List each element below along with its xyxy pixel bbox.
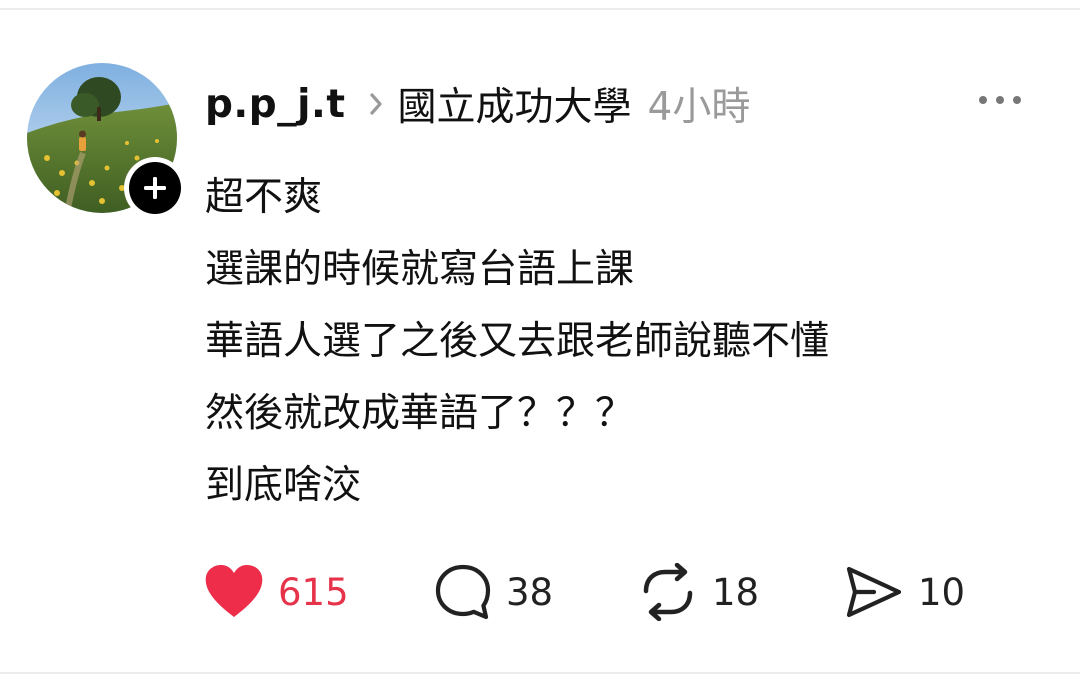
like-button[interactable]: 615 [204,560,349,624]
like-count: 615 [278,570,349,614]
repost-button[interactable]: 18 [638,560,759,624]
action-bar: 615 38 18 10 [0,560,1080,624]
repost-arrows-icon [643,563,693,621]
post-text-line: 選課的時候就寫台語上課 [205,247,635,292]
post-timestamp: 4小時 [647,85,751,130]
follow-badge-circle [129,162,181,214]
comment-button[interactable]: 38 [434,560,553,624]
repost-count: 18 [712,570,760,614]
top-divider [0,8,1080,10]
more-options-button[interactable] [970,82,1030,118]
chevron-right-icon [369,92,383,116]
post-header: p.p_j.t 國立成功大學 4小時 [205,74,750,134]
speech-bubble-icon [435,564,491,620]
author-username[interactable]: p.p_j.t [205,82,345,127]
comment-count: 38 [506,570,554,614]
post-text: 超不爽 選課的時候就寫台語上課 華語人選了之後又去跟老師說聽不懂 然後就改成華語… [205,162,1055,522]
plus-icon [144,177,166,199]
share-count: 10 [918,570,966,614]
more-horizontal-icon [979,96,1021,104]
post-text-line: 然後就改成華語了？？？ [205,391,635,436]
bottom-divider [0,672,1080,674]
post-text-line: 超不爽 [205,175,323,220]
community-name[interactable]: 國立成功大學 [397,76,631,132]
follow-button[interactable] [124,157,186,219]
heart-filled-icon [205,565,263,617]
share-button[interactable]: 10 [844,560,965,624]
post-text-line: 華語人選了之後又去跟老師說聽不懂 [205,319,830,364]
send-paper-plane-icon [846,566,902,618]
post-text-line: 到底啥洨 [205,463,362,508]
